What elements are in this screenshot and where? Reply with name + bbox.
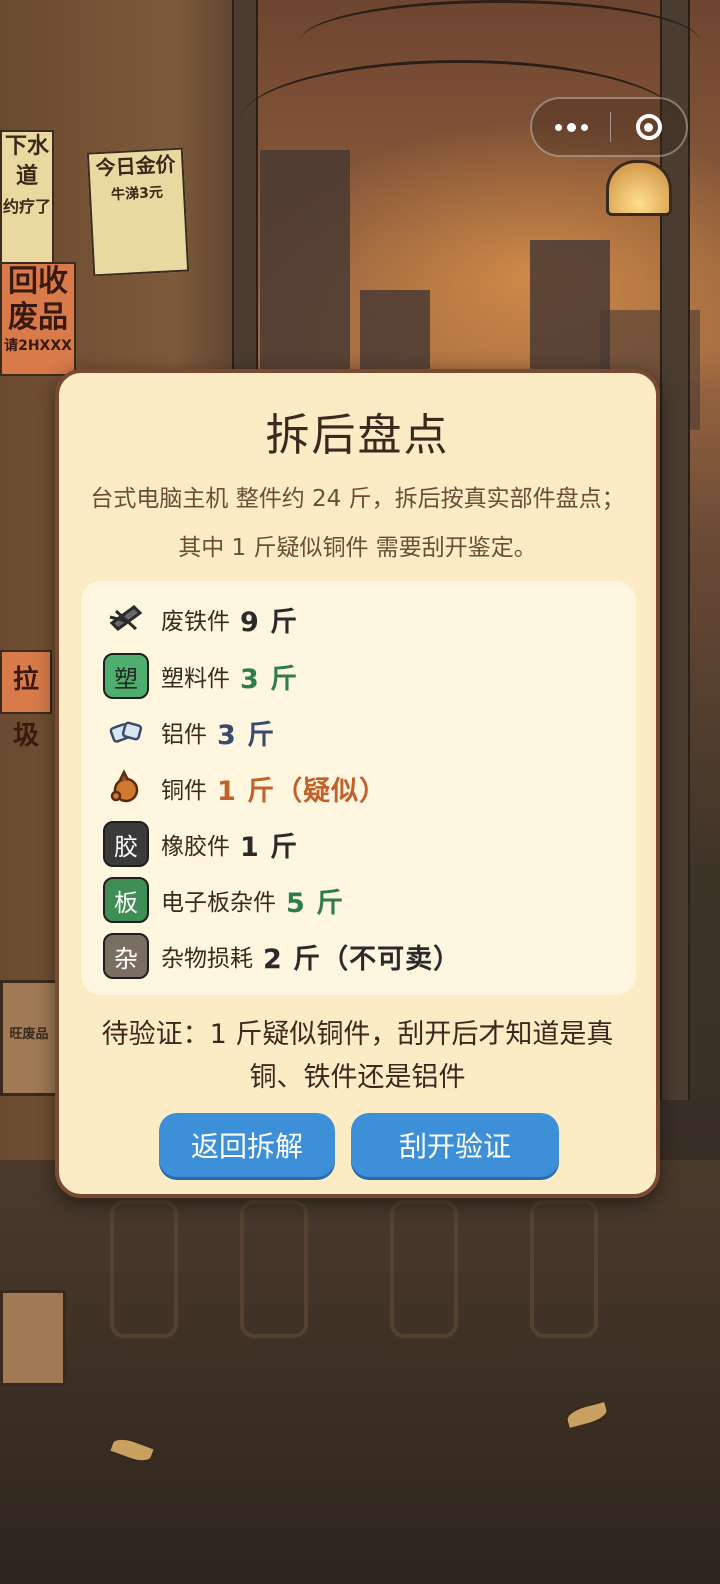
pending-verification-note: 待验证：1 斤疑似铜件，刮开后才知道是真铜、铁件还是铝件 (101, 1019, 614, 1093)
power-wire (300, 0, 700, 83)
list-item: 杂 杂物损耗 2 斤（不可卖） (103, 932, 461, 980)
item-quantity: 5 斤 (286, 887, 345, 919)
item-quantity: 9 斤 (240, 606, 299, 638)
misc-tile-icon: 杂 (103, 933, 149, 979)
utility-pole (232, 0, 258, 380)
more-dots-icon[interactable] (532, 99, 610, 155)
list-item: 板 电子板杂件 5 斤 (103, 876, 344, 924)
item-label: 橡胶件 (161, 834, 230, 860)
dialog-title: 拆后盘点 (265, 410, 450, 461)
poster-sewer: 下水道 约疗了 (0, 130, 54, 264)
poster-text: 回收 (8, 264, 68, 299)
inventory-dialog: 拆后盘点 台式电脑主机 整件约 24 斤，拆后按真实部件盘点；其中 1 斤疑似铜… (55, 369, 660, 1198)
poster-text: 拉圾 (12, 665, 39, 751)
poster-text: 约疗了 (2, 197, 51, 216)
circuit-board-tile-icon: 板 (103, 877, 149, 923)
item-quantity: 1 斤（疑似） (217, 775, 388, 807)
box-label: 旺废品 (9, 1027, 49, 1042)
copper-icon (103, 765, 149, 811)
scrap-iron-icon (103, 596, 149, 642)
ground-plank (530, 1200, 598, 1338)
list-item: 铝件 3 斤 (103, 708, 275, 756)
aluminum-icon (103, 709, 149, 755)
list-item: 废铁件 9 斤 (103, 595, 298, 643)
rubber-tile-icon: 胶 (103, 821, 149, 867)
poster-text: 废品 (8, 300, 68, 335)
poster-text: 牛涕3元 (110, 184, 164, 204)
street-lamp-icon (606, 160, 672, 216)
item-label: 塑料件 (161, 666, 230, 692)
target-close-icon[interactable] (611, 99, 686, 155)
dialog-description: 台式电脑主机 整件约 24 斤，拆后按真实部件盘点；其中 1 斤疑似铜件 需要刮… (90, 486, 625, 561)
item-label: 废铁件 (161, 609, 230, 635)
ground-plank (240, 1200, 308, 1338)
cardboard-box (0, 1290, 66, 1386)
scratch-verify-button[interactable]: 刮开验证 (351, 1113, 559, 1177)
poster-trash: 拉圾 (0, 650, 52, 751)
cardboard-box: 旺废品 (0, 980, 58, 1096)
item-label: 杂物损耗 (161, 946, 253, 972)
parts-list: 废铁件 9 斤 塑 塑料件 3 斤 铝件 3 斤 铜件 1 斤（疑似） 胶 橡胶… (81, 581, 636, 995)
item-label: 铜件 (161, 778, 207, 804)
poster-recycle: 回收 废品 请2HXXX (0, 262, 76, 376)
item-label: 铝件 (161, 722, 207, 748)
ground-plank (110, 1200, 178, 1338)
utility-pole (660, 0, 690, 1100)
poster-text: 下水道 (4, 134, 49, 189)
ground-plank (390, 1200, 458, 1338)
building (260, 150, 350, 390)
list-item: 塑 塑料件 3 斤 (103, 652, 298, 700)
item-quantity: 3 斤 (217, 719, 276, 751)
list-item: 铜件 1 斤（疑似） (103, 764, 387, 812)
list-item: 胶 橡胶件 1 斤 (103, 820, 298, 868)
item-label: 电子板杂件 (161, 890, 276, 916)
miniprogram-capsule (530, 97, 688, 157)
back-to-dismantle-button[interactable]: 返回拆解 (159, 1113, 335, 1177)
poster-text: 今日金价 (95, 151, 177, 181)
item-quantity: 2 斤（不可卖） (263, 943, 462, 975)
plastic-tile-icon: 塑 (103, 653, 149, 699)
item-quantity: 1 斤 (240, 831, 299, 863)
ground (0, 1160, 720, 1584)
item-quantity: 3 斤 (240, 663, 299, 695)
poster-text: 请2HXXX (4, 338, 72, 354)
poster-gold-price: 今日金价 牛涕3元 (86, 147, 190, 277)
